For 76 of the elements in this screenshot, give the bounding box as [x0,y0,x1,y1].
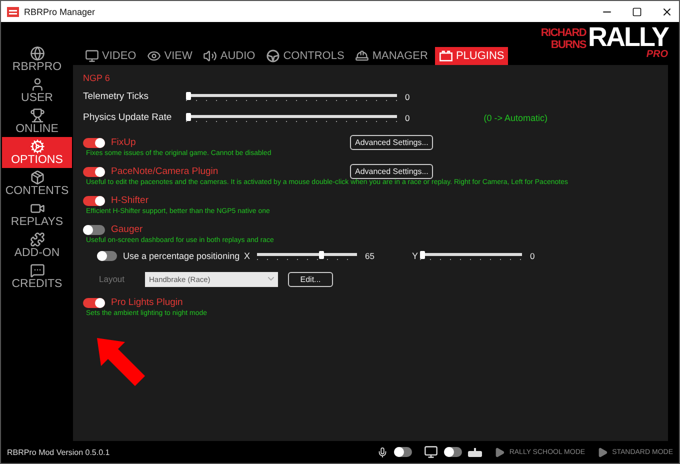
tab[interactable]: PLUGINS [434,47,508,65]
vr-headset-icon [468,448,482,456]
toggle-switch[interactable] [97,251,117,261]
play-icon [494,446,506,458]
package-icon [30,170,44,185]
sidebar-item[interactable]: CONTENTS [2,168,72,199]
plugin-name: PaceNote/Camera Plugin [111,166,220,177]
monitor-icon [85,49,99,63]
toggle-switch[interactable] [83,138,105,148]
sidebar-item[interactable]: REPLAYS [2,199,72,230]
user-icon [30,77,44,92]
monitor-icon [424,445,438,459]
sidebar-item[interactable]: CREDITS [2,261,72,292]
axis-label: Y [412,251,420,261]
sidebar-item[interactable]: ONLINE [2,106,72,137]
edit-button[interactable]: Edit... [288,272,333,286]
maximize-icon[interactable] [632,6,642,16]
slider-thumb[interactable] [318,251,324,259]
toggle-switch[interactable] [83,224,105,234]
slider-thumb[interactable] [186,112,191,120]
toggle-switch[interactable] [444,447,462,457]
plugin-name: Pro Lights Plugin [111,297,184,308]
hard-hat-icon [355,49,370,63]
advanced-settings-button[interactable]: Advanced Settings... [350,164,434,179]
window-title: RBRPro Manager [24,6,96,16]
slider-value: 0 [405,112,410,122]
sidebar-item[interactable]: ADD-ON [2,230,72,261]
slider-value: 0 [530,251,535,261]
advanced-settings-button[interactable]: Advanced Settings... [350,135,434,150]
axis-label: X [244,251,252,261]
logo-text: RICHARD [540,27,586,39]
toggle-switch[interactable] [83,298,105,308]
toggle-switch[interactable] [83,196,105,206]
tab[interactable]: CONTROLS [262,47,348,65]
toggle-switch[interactable] [83,166,105,176]
slider-thumb[interactable] [186,92,191,100]
app-icon [7,6,19,16]
hint-text: (0 -> Automatic) [484,112,548,122]
play-icon [597,446,608,458]
eye-icon [147,49,162,63]
trophy-icon [30,108,44,123]
plugin-name: FixUp [111,137,137,148]
close-icon[interactable] [661,6,673,18]
plugin-name: H-Shifter [111,195,150,206]
speaker-icon [203,49,218,63]
slider-label: Physics Update Rate [83,112,173,123]
slider-value: 0 [405,92,410,102]
logo-text: PRO [646,50,668,60]
pointer-arrow [95,336,147,388]
steering-wheel-icon [266,49,280,63]
video-camera-icon [30,201,44,216]
toggle-switch[interactable] [394,447,412,457]
option-label: Use a percentage positioning [123,251,241,261]
layout-label: Layout [99,274,126,284]
section-title: NGP 6 [83,73,111,83]
chevron-down-icon [268,277,274,281]
sidebar-item[interactable]: RBRPRO [2,44,72,75]
version-text: RBRPro Mod Version 0.5.0.1 [7,448,111,456]
puzzle-icon [30,232,44,247]
tab[interactable]: VIEW [143,47,196,65]
tab[interactable]: VIDEO [81,47,140,65]
tab[interactable]: AUDIO [199,47,260,65]
chat-bubble-icon [30,263,44,278]
plugin-name: Gauger [111,224,144,235]
sidebar-item[interactable]: OPTIONS [2,137,72,168]
box-icon [438,50,453,62]
logo-text: RALLY [588,24,668,50]
microphone-icon [377,446,388,458]
sidebar-item[interactable]: USER [2,75,72,106]
tab[interactable]: MANAGER [351,47,432,65]
gears-icon [30,139,44,154]
slider-value: 65 [365,251,376,261]
logo-text: BURNS [550,39,586,51]
slider-thumb[interactable] [420,251,425,259]
globe-icon [30,46,44,61]
slider-label: Telemetry Ticks [83,91,150,102]
